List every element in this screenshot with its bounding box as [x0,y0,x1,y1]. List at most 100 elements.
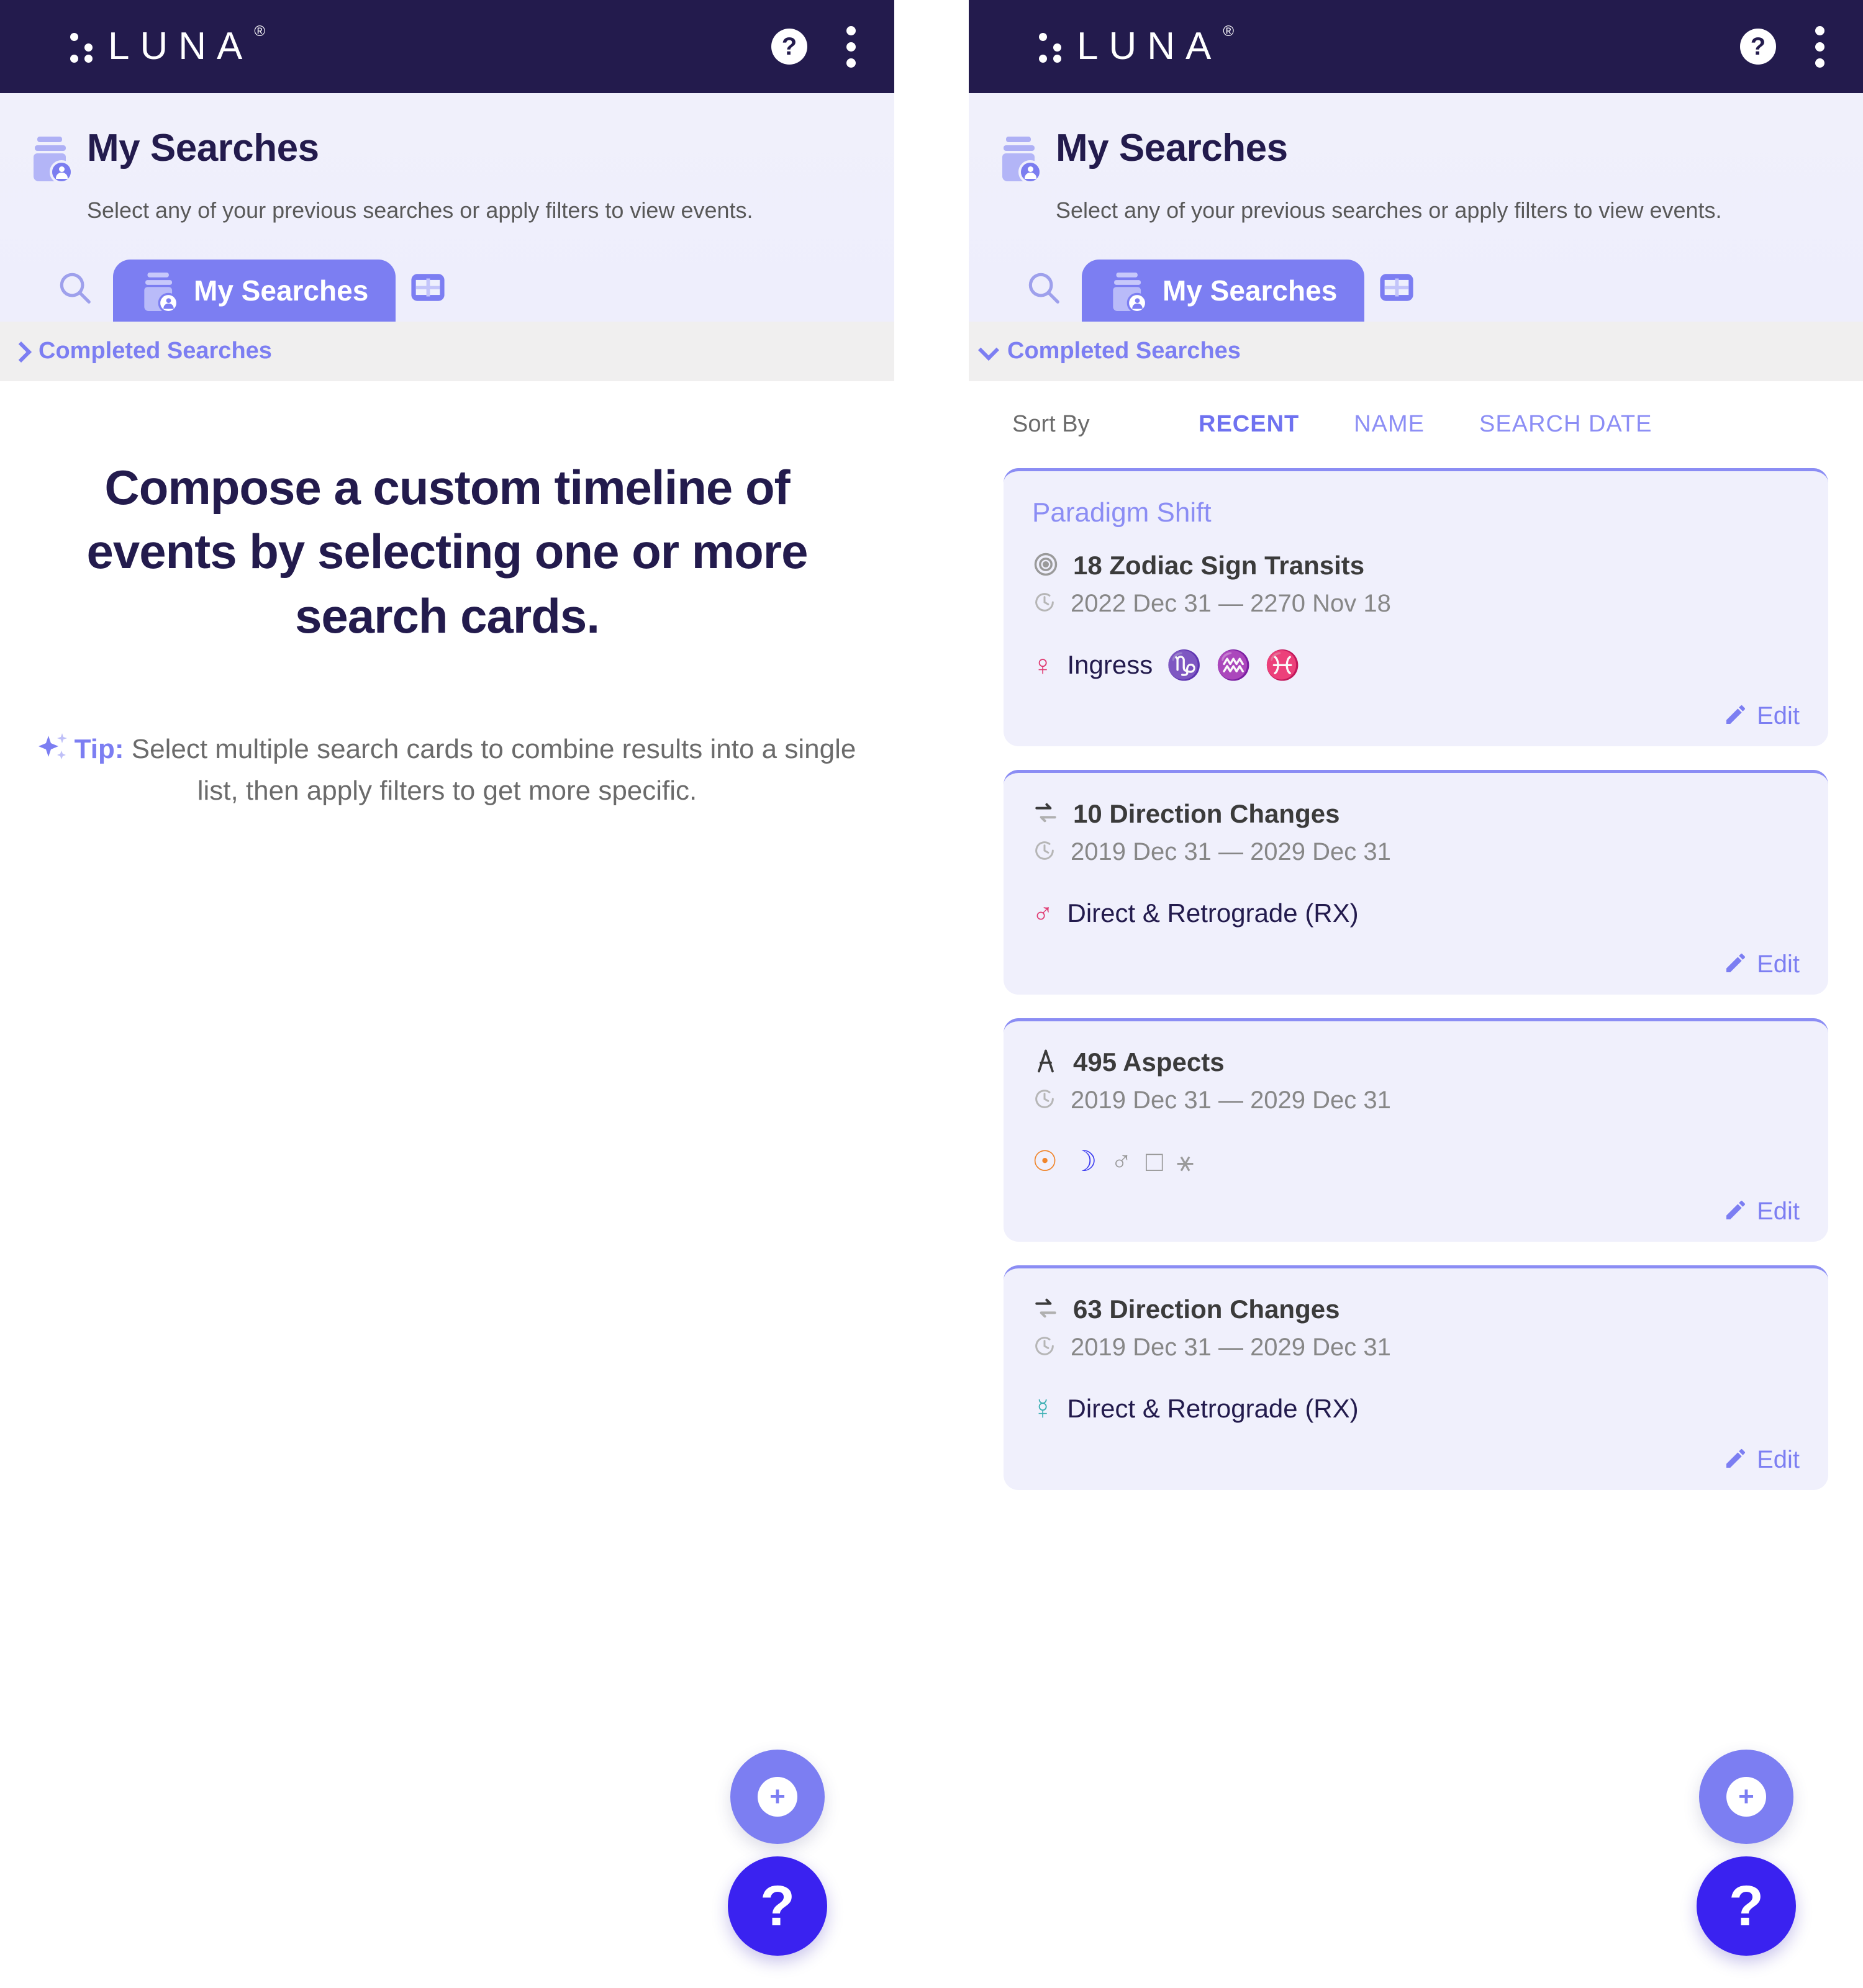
search-card[interactable]: 63 Direction Changes 2019 Dec 31 — 2029 … [1004,1265,1828,1490]
search-card-terms: ☉ ☽ ♂ □ ⚹ [1032,1147,1800,1175]
luna-dots-icon [62,27,102,66]
question-mark-icon: ? [759,1874,796,1938]
page-subtitle: Select any of your previous searches or … [87,197,753,223]
capricorn-symbol: ♑ [1166,648,1202,681]
edit-label: Edit [1757,1197,1800,1225]
left-panel: LUNA ® ? My Searches Select any of your … [0,0,894,1988]
tab-row-left: My Searches [32,253,862,322]
empty-state-heading: Compose a custom timeline of events by s… [86,459,808,644]
sextile-aspect-symbol: ⚹ [1176,1144,1194,1177]
zodiac-target-icon [1032,551,1059,581]
search-jar-user-icon [1112,272,1148,314]
page-title: My Searches [87,127,319,169]
plus-icon: + [1726,1777,1766,1817]
panel-divider [894,0,969,1988]
mars-symbol: ♂ [1110,1144,1133,1177]
add-search-fab-left[interactable]: + [730,1750,825,1844]
search-card-dates: 2022 Dec 31 — 2270 Nov 18 [1071,589,1391,617]
square-aspect-symbol: □ [1146,1144,1163,1177]
mercury-symbol: ☿ [1032,1392,1054,1425]
search-card-count: 10 Direction Changes [1073,799,1340,829]
app-bar-actions-right: ? [1740,25,1833,68]
aquarius-symbol: ♒ [1215,648,1251,681]
edit-label: Edit [1757,1445,1800,1473]
search-card[interactable]: 495 Aspects 2019 Dec 31 — 2029 Dec 31 ☉ … [1004,1018,1828,1242]
edit-search-button[interactable]: Edit [1032,951,1800,978]
luna-wordmark: LUNA [108,25,253,68]
page-header-left: My Searches Select any of your previous … [0,93,894,322]
search-icon[interactable] [41,253,108,322]
search-cards-list: Sort By RECENT NAME SEARCH DATE Paradigm… [969,381,1863,1978]
help-fab-right[interactable]: ? [1697,1856,1796,1956]
search-card-dates: 2019 Dec 31 — 2029 Dec 31 [1071,1333,1391,1361]
luna-logo[interactable]: LUNA ® [62,23,270,68]
edit-search-button[interactable]: Edit [1032,1198,1800,1226]
pisces-symbol: ♓ [1264,648,1301,681]
search-card-date-row: 2019 Dec 31 — 2029 Dec 31 [1032,1334,1800,1362]
moon-symbol: ☽ [1071,1144,1097,1177]
pluto-symbol: ♀ [1032,648,1054,681]
direction-change-icon [1032,799,1059,829]
help-circle-icon[interactable]: ? [1740,29,1776,65]
help-circle-icon[interactable]: ? [771,29,807,65]
search-jar-user-icon [32,137,73,184]
direction-change-icon [1032,1294,1059,1325]
tab-row-right: My Searches [1001,253,1831,322]
kebab-menu-icon[interactable] [846,25,856,68]
sort-option-name[interactable]: NAME [1354,411,1425,438]
sort-option-recent[interactable]: RECENT [1199,411,1299,438]
accordion-completed-searches-left[interactable]: Completed Searches [0,321,894,381]
accordion-label: Completed Searches [39,338,272,364]
table-grid-icon[interactable] [396,253,460,322]
clock-icon [1032,838,1057,866]
page-header-right: My Searches Select any of your previous … [969,93,1863,322]
tip-block: Tip: Select multiple search cards to com… [37,728,857,812]
help-fab-left[interactable]: ? [728,1856,827,1956]
accordion-label: Completed Searches [1007,338,1241,364]
luna-logo[interactable]: LUNA ® [1031,23,1239,68]
edit-label: Edit [1757,950,1800,978]
search-card-date-row: 2019 Dec 31 — 2029 Dec 31 [1032,838,1800,866]
tab-my-searches[interactable]: My Searches [1082,259,1365,322]
edit-search-button[interactable]: Edit [1032,702,1800,730]
pencil-icon [1723,951,1748,978]
search-card-dates: 2019 Dec 31 — 2029 Dec 31 [1071,838,1391,865]
sort-bar: Sort By RECENT NAME SEARCH DATE [1004,381,1828,468]
search-card-terms: ☿ Direct & Retrograde (RX) [1032,1394,1800,1424]
search-card-count-row: 18 Zodiac Sign Transits [1032,551,1800,581]
search-card[interactable]: 10 Direction Changes 2019 Dec 31 — 2029 … [1004,769,1828,995]
question-mark-icon: ? [1728,1874,1764,1938]
search-jar-user-icon [1001,137,1042,184]
sparkle-icon [38,733,71,762]
clock-icon [1032,1334,1057,1362]
search-card-count: 18 Zodiac Sign Transits [1073,551,1365,581]
edit-search-button[interactable]: Edit [1032,1446,1800,1474]
search-icon[interactable] [1010,253,1077,322]
accordion-completed-searches-right[interactable]: Completed Searches [969,321,1863,381]
search-card-count-row: 10 Direction Changes [1032,799,1800,829]
chevron-down-icon [977,341,999,362]
add-search-fab-right[interactable]: + [1699,1750,1793,1844]
search-card[interactable]: Paradigm Shift 18 Zodiac Sign Transits 2… [1004,468,1828,746]
mars-symbol: ♂ [1032,897,1054,929]
pencil-icon [1723,1198,1748,1226]
search-card-count-row: 63 Direction Changes [1032,1294,1800,1325]
tab-my-searches[interactable]: My Searches [113,259,396,322]
app-bar-right: LUNA ® ? [969,0,1863,93]
sun-symbol: ☉ [1032,1144,1058,1177]
search-card-term-label: Direct & Retrograde (RX) [1067,1393,1359,1423]
tip-text: Select multiple search cards to combine … [131,733,856,806]
compass-aspects-icon [1032,1047,1059,1078]
empty-state-body: Compose a custom timeline of events by s… [0,381,894,1978]
kebab-menu-icon[interactable] [1815,25,1824,68]
sort-option-search-date[interactable]: SEARCH DATE [1479,411,1652,438]
search-card-term-label: Ingress [1067,649,1153,679]
page-subtitle: Select any of your previous searches or … [1056,197,1722,223]
registered-mark: ® [254,23,266,40]
app-bar-actions-left: ? [771,25,864,68]
luna-wordmark: LUNA [1077,25,1222,68]
search-card-count: 63 Direction Changes [1073,1294,1340,1324]
clock-icon [1032,590,1057,618]
registered-mark: ® [1223,23,1235,40]
table-grid-icon[interactable] [1364,253,1429,322]
